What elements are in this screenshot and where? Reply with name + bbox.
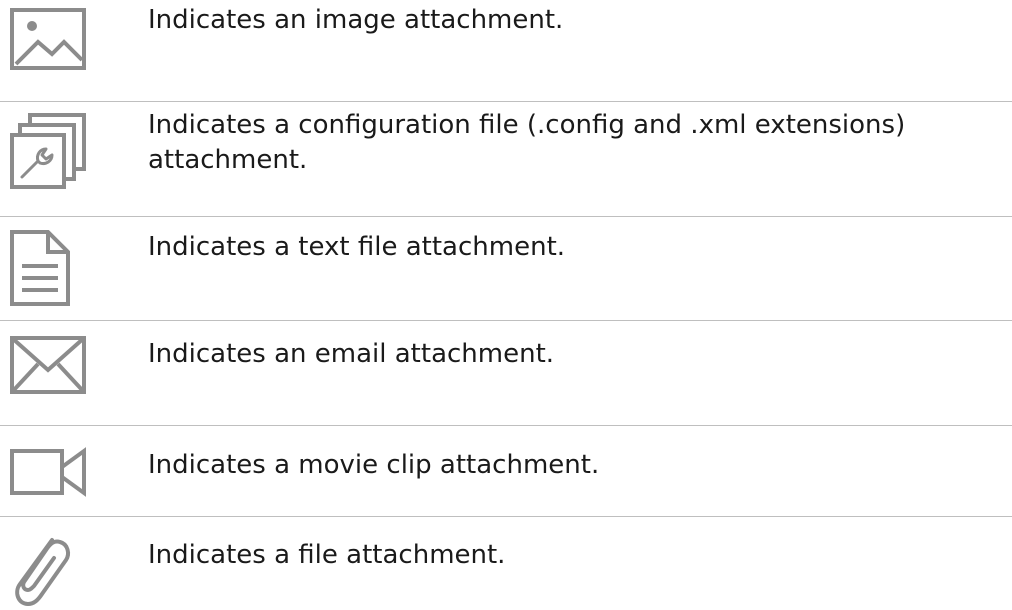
image-icon — [8, 6, 88, 72]
legend-description: Indicates an image attachment. — [148, 5, 564, 35]
legend-description: Indicates a file attachment. — [148, 540, 506, 570]
legend-description: Indicates a configuration file (.config … — [148, 110, 906, 175]
row-divider — [0, 216, 1012, 217]
legend-row-movie-clip: Indicates a movie clip attachment. — [0, 427, 1012, 517]
legend-row-file: Indicates a file attachment. — [0, 518, 1012, 609]
legend-row-email: Indicates an email attachment. — [0, 322, 1012, 426]
text-file-icon — [8, 228, 74, 308]
legend-row-text-file: Indicates a text file attachment. — [0, 218, 1012, 321]
configuration-file-icon — [8, 109, 90, 193]
legend-description: Indicates an email attachment. — [148, 339, 555, 369]
movie-clip-icon — [8, 447, 90, 497]
legend-description: Indicates a movie clip attachment. — [148, 450, 600, 480]
row-divider — [0, 425, 1012, 426]
legend-description: Indicates a text file attachment. — [148, 232, 566, 262]
row-divider — [0, 516, 1012, 517]
attachment-icon-legend: Indicates an image attachment. Indicates… — [0, 0, 1012, 609]
row-divider — [0, 320, 1012, 321]
legend-row-configuration-file: Indicates a configuration file (.config … — [0, 103, 1012, 217]
row-divider — [0, 101, 1012, 102]
paperclip-icon — [8, 530, 74, 610]
email-icon — [8, 334, 88, 396]
legend-row-image: Indicates an image attachment. — [0, 0, 1012, 102]
